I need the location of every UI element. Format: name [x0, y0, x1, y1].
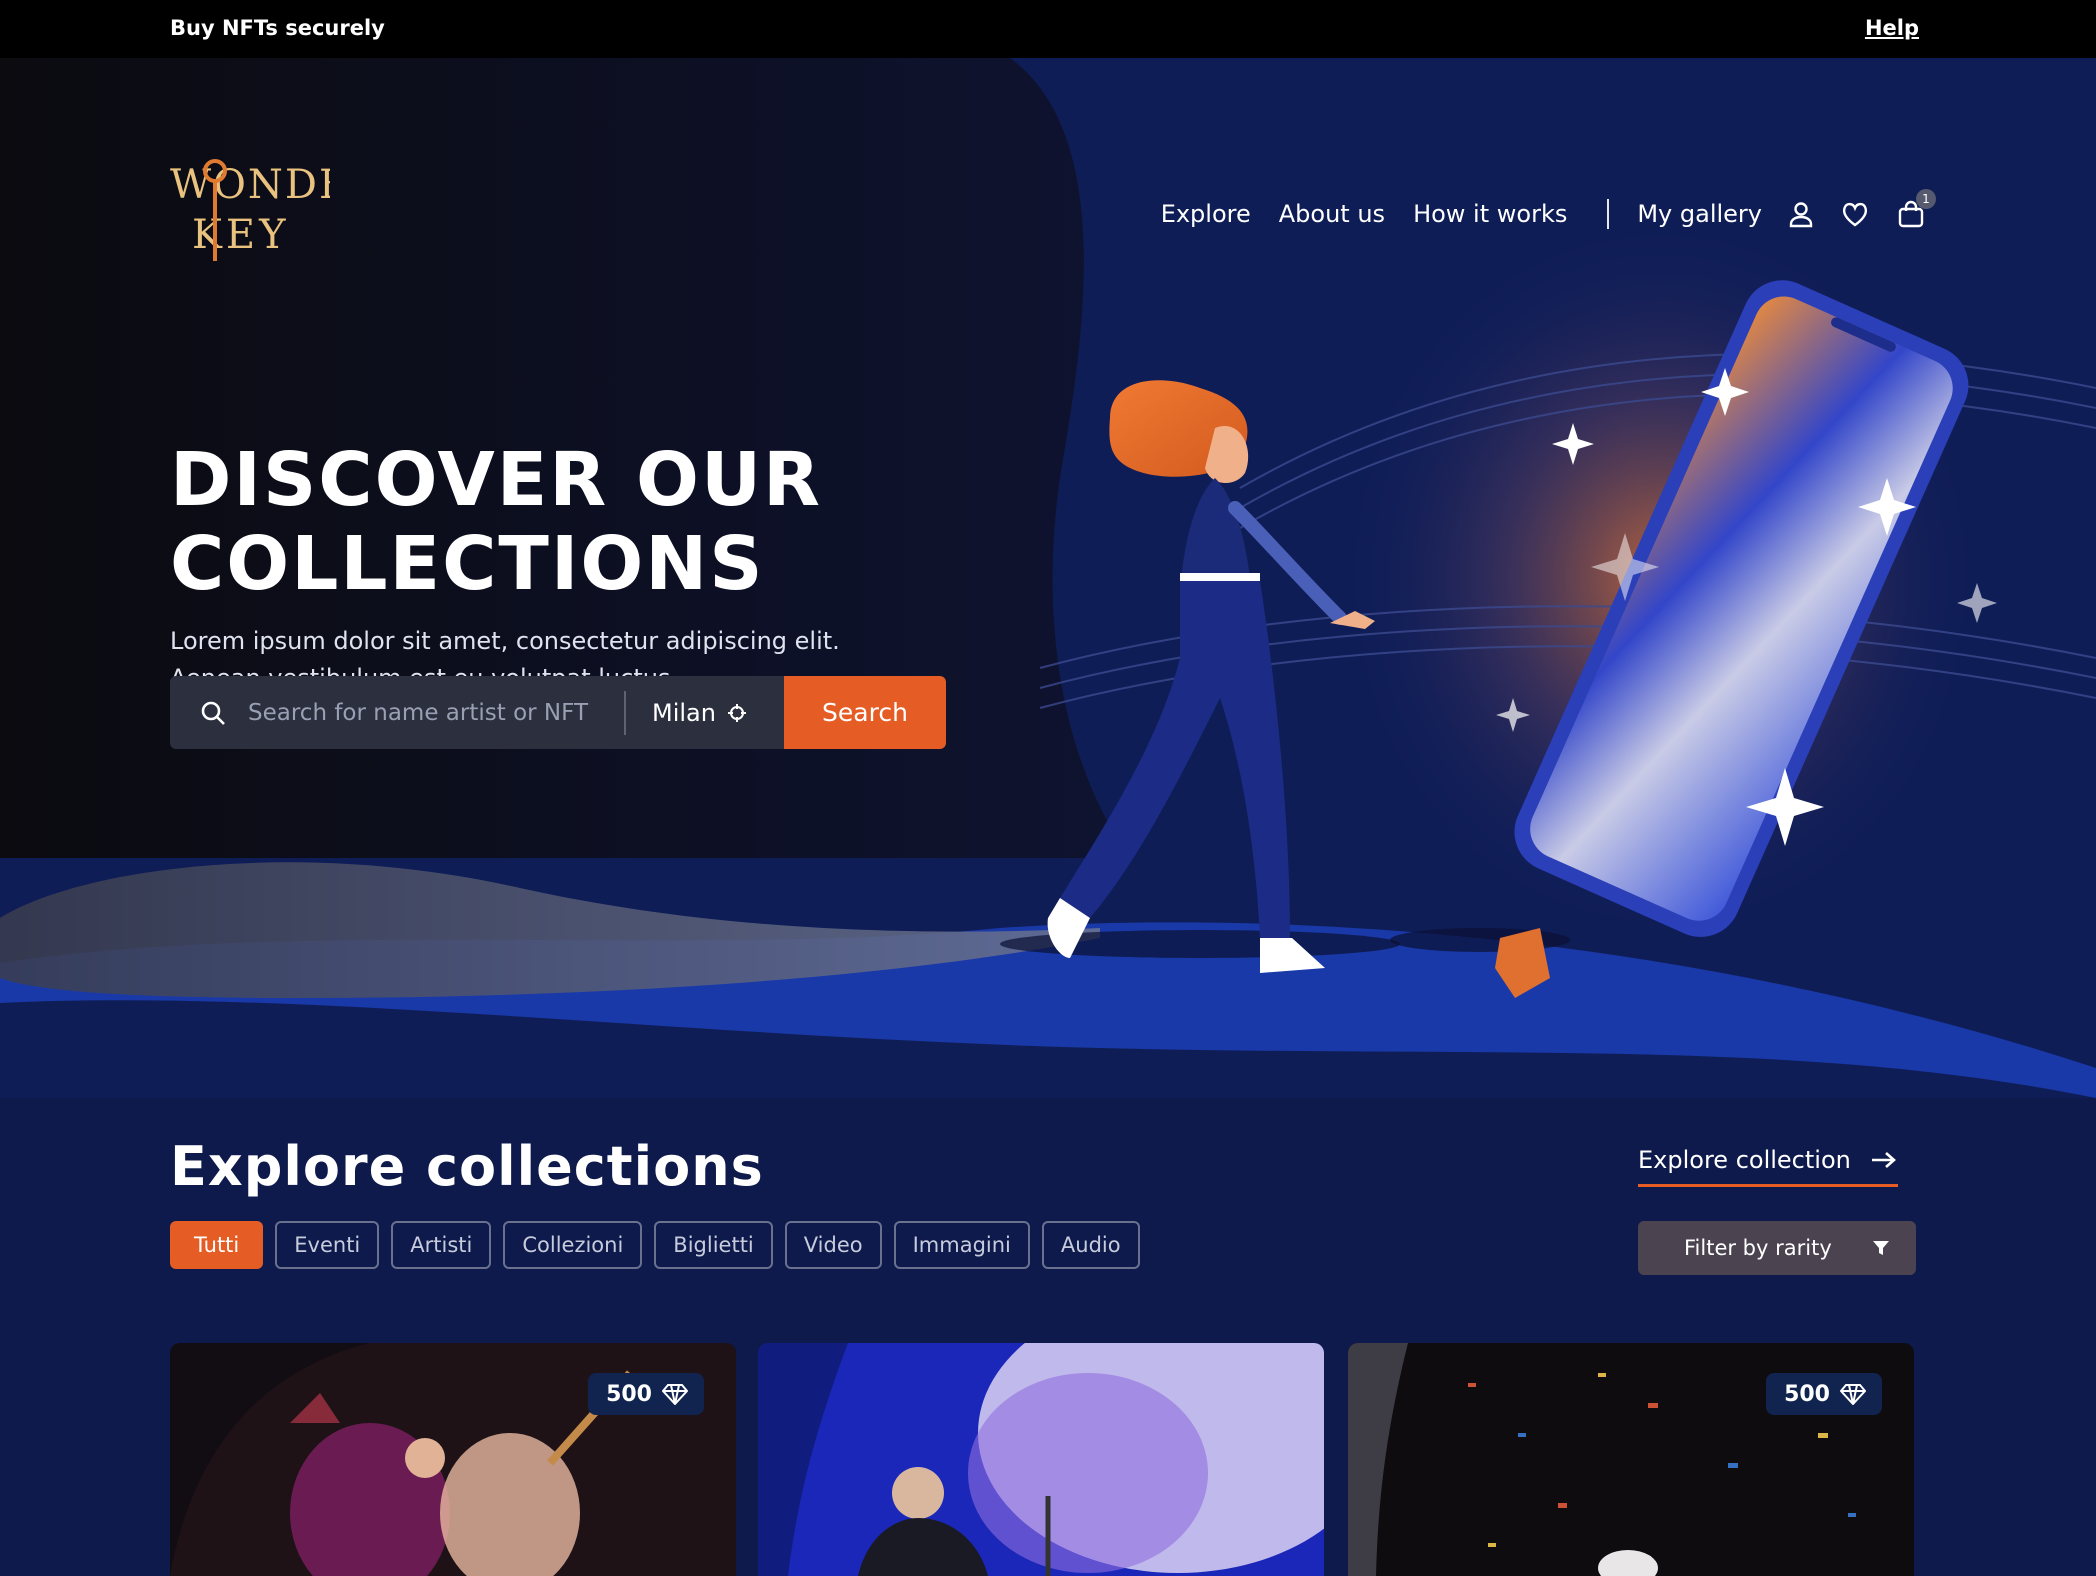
chip-immagini[interactable]: Immagini — [893, 1221, 1030, 1269]
search-divider — [624, 690, 626, 735]
filter-by-rarity-button[interactable]: Filter by rarity — [1638, 1221, 1916, 1275]
chip-collezioni[interactable]: Collezioni — [503, 1221, 643, 1269]
chip-tutti[interactable]: Tutti — [170, 1221, 264, 1269]
collection-card[interactable]: 500 — [1348, 1343, 1914, 1576]
svg-text:KEY: KEY — [192, 212, 290, 258]
hero-headline: DISCOVER OUR COLLECTIONS — [170, 438, 822, 606]
explore-title: Explore collections — [170, 1135, 764, 1198]
heart-icon[interactable] — [1840, 199, 1870, 229]
top-bar: Buy NFTs securely Help — [0, 0, 2096, 58]
collection-card[interactable] — [758, 1343, 1324, 1576]
wonder-key-logo[interactable]: WONDER KEY — [170, 153, 330, 268]
subtitle-line-1: Lorem ipsum dolor sit amet, consectetur … — [170, 627, 840, 655]
filter-icon — [1873, 1241, 1889, 1255]
explore-collection-label: Explore collection — [1638, 1146, 1851, 1174]
search-button[interactable]: Search — [784, 676, 946, 749]
user-icon[interactable] — [1786, 199, 1816, 229]
search-icon — [201, 701, 225, 725]
tagline: Buy NFTs securely — [170, 16, 385, 40]
nav-divider — [1607, 199, 1610, 229]
headline-line-2: COLLECTIONS — [170, 521, 765, 607]
headline-line-1: DISCOVER OUR — [170, 437, 823, 523]
card-image — [758, 1343, 1324, 1576]
collection-card[interactable]: 500 — [170, 1343, 736, 1576]
chip-artisti[interactable]: Artisti — [391, 1221, 492, 1269]
explore-collection-link[interactable]: Explore collection — [1638, 1146, 1898, 1187]
chip-biglietti[interactable]: Biglietti — [654, 1221, 773, 1269]
price-badge: 500 — [1766, 1373, 1882, 1415]
price-badge: 500 — [588, 1373, 704, 1415]
cart-count-badge: 1 — [1916, 189, 1936, 209]
help-link[interactable]: Help — [1865, 16, 1919, 40]
price-value: 500 — [606, 1381, 652, 1407]
nav-how-it-works[interactable]: How it works — [1413, 200, 1567, 228]
location-label: Milan — [652, 698, 716, 727]
nav-about-us[interactable]: About us — [1279, 200, 1385, 228]
shopping-bag-icon[interactable]: 1 — [1896, 189, 1936, 229]
hero-section: WONDER KEY Explore About us How it works… — [0, 58, 2096, 1098]
chip-eventi[interactable]: Eventi — [275, 1221, 380, 1269]
diamond-icon — [662, 1384, 688, 1405]
chip-audio[interactable]: Audio — [1041, 1221, 1140, 1269]
main-nav: Explore About us How it works My gallery… — [1133, 189, 1936, 232]
filter-label: Filter by rarity — [1684, 1236, 1832, 1260]
arrow-right-icon — [1872, 1152, 1896, 1168]
diamond-icon — [1840, 1384, 1866, 1405]
nav-my-gallery[interactable]: My gallery — [1637, 200, 1762, 228]
category-chips: Tutti Eventi Artisti Collezioni Bigliett… — [170, 1221, 1152, 1269]
location-selector[interactable]: Milan — [652, 699, 782, 727]
chip-video[interactable]: Video — [784, 1221, 882, 1269]
price-value: 500 — [1784, 1381, 1830, 1407]
search-input[interactable] — [248, 692, 618, 733]
search-bar: Milan Search — [170, 676, 946, 749]
nav-explore[interactable]: Explore — [1161, 200, 1251, 228]
crosshair-icon — [727, 703, 746, 722]
svg-text:WONDER: WONDER — [170, 162, 330, 208]
